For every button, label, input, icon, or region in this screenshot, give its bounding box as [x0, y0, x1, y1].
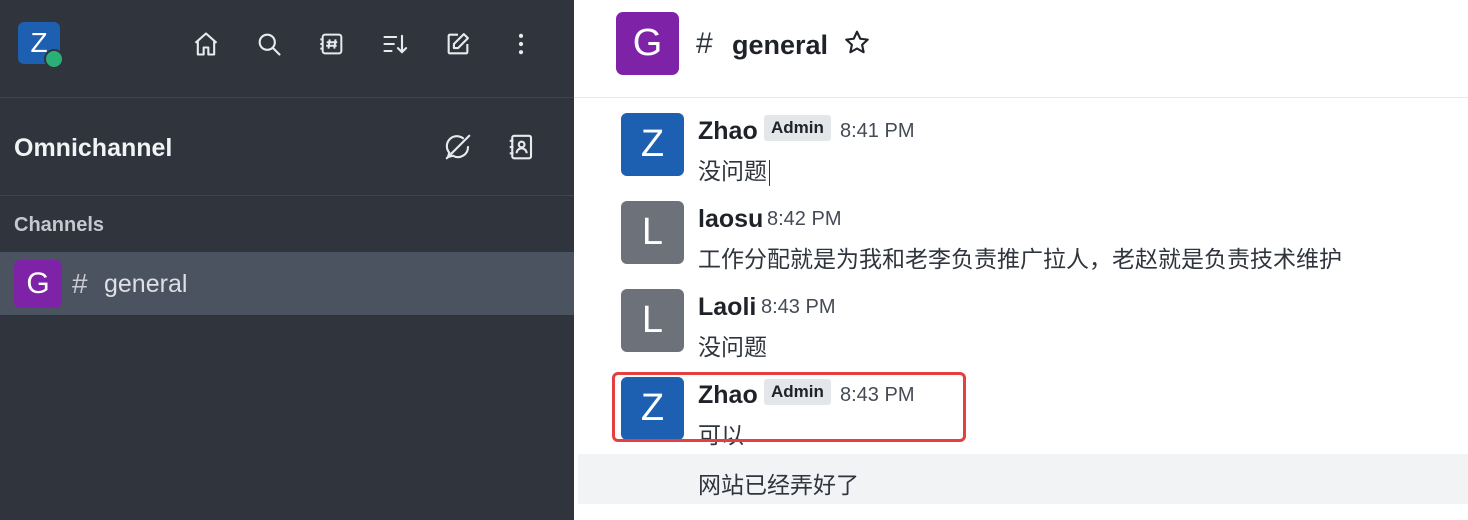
message-body: 没问题 — [698, 334, 767, 360]
chat-off-icon — [445, 134, 471, 160]
message-avatar[interactable]: L — [621, 289, 684, 352]
message-author[interactable]: Laoli — [698, 293, 756, 322]
message-timestamp: 8:41 PM — [840, 120, 915, 142]
message-timestamp: 8:43 PM — [761, 296, 836, 318]
contact-book-icon — [509, 134, 533, 160]
sort-icon — [383, 34, 408, 54]
sort-button[interactable] — [379, 28, 411, 60]
directory-icon — [320, 33, 343, 55]
omnichannel-title: Omnichannel — [14, 134, 173, 162]
message-author[interactable]: laosu — [698, 205, 763, 234]
message-item[interactable]: L Laoli 8:43 PM 没问题 — [574, 288, 1468, 368]
room-avatar-initial: G — [632, 22, 663, 64]
sidebar: Z Omnichannel Channels G # general — [0, 0, 574, 520]
search-icon — [258, 33, 281, 56]
online-status-indicator — [44, 49, 64, 69]
message-item-sequential[interactable]: 网站已经弄好了 — [578, 454, 1468, 504]
home-icon — [194, 32, 218, 56]
message-timestamp: 8:42 PM — [767, 208, 842, 230]
home-button[interactable] — [190, 28, 222, 60]
room-avatar: G — [616, 12, 679, 75]
message-author[interactable]: Zhao — [698, 117, 758, 146]
message-body: 网站已经弄好了 — [698, 472, 859, 498]
sidebar-item-label: general — [104, 270, 188, 298]
omnichannel-section: Omnichannel — [0, 98, 574, 196]
more-options-button[interactable] — [505, 28, 537, 60]
text-cursor — [769, 159, 770, 186]
message-text: 没问题 — [698, 158, 767, 184]
channel-avatar: G — [14, 260, 62, 308]
channel-avatar-initial: G — [26, 267, 50, 300]
create-new-button[interactable] — [442, 28, 474, 60]
hash-icon: # — [72, 268, 88, 299]
avatar-initial: Z — [640, 123, 665, 165]
channels-section-label: Channels — [14, 214, 105, 236]
sidebar-toolbar: Z — [0, 0, 574, 98]
kebab-menu-icon — [518, 33, 524, 55]
role-badge-admin: Admin — [764, 115, 831, 141]
omnichannel-contacts-button[interactable] — [504, 130, 538, 164]
omnichannel-availability-button[interactable] — [441, 130, 475, 164]
room-header: G # general — [574, 0, 1468, 98]
star-icon[interactable] — [842, 28, 872, 58]
sidebar-item-general[interactable]: G # general — [0, 252, 574, 315]
pencil-square-icon — [447, 33, 469, 55]
message-body: 没问题 — [698, 152, 770, 186]
highlight-box — [612, 372, 966, 442]
message-body: 工作分配就是为我和老李负责推广拉人，老赵就是负责技术维护 — [698, 246, 1342, 272]
avatar-initial: L — [641, 211, 664, 253]
search-button[interactable] — [253, 28, 285, 60]
directory-button[interactable] — [316, 28, 348, 60]
message-item[interactable]: Z Zhao Admin 8:41 PM 没问题 — [574, 112, 1468, 192]
avatar-initial: L — [641, 299, 664, 341]
room-title[interactable]: general — [732, 30, 828, 61]
message-avatar[interactable]: L — [621, 201, 684, 264]
room-hash-icon: # — [696, 27, 713, 60]
message-avatar[interactable]: Z — [621, 113, 684, 176]
message-item[interactable]: L laosu 8:42 PM 工作分配就是为我和老李负责推广拉人，老赵就是负责… — [574, 200, 1468, 280]
